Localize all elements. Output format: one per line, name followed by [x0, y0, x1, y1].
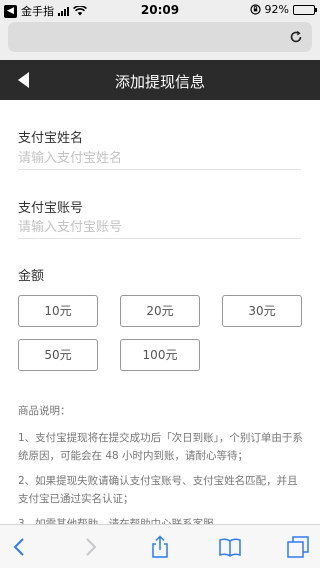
amount-label: 金额	[18, 269, 45, 284]
alipay-account-input[interactable]	[18, 217, 301, 239]
share-icon[interactable]	[148, 535, 172, 559]
bookmarks-icon[interactable]	[218, 535, 242, 559]
amount-option-20[interactable]: 20元	[120, 295, 200, 327]
browser-address-area	[0, 20, 320, 60]
chevron-left-icon[interactable]	[8, 535, 32, 559]
amount-option-30[interactable]: 30元	[222, 295, 302, 327]
alipay-account-label: 支付宝账号	[18, 201, 84, 216]
orientation-lock-icon	[249, 4, 261, 15]
browser-toolbar	[0, 524, 320, 568]
chevron-right-icon[interactable]	[78, 535, 102, 559]
amount-option-10[interactable]: 10元	[18, 295, 98, 327]
notes-title: 商品说明：	[18, 405, 71, 417]
alipay-name-input[interactable]	[18, 148, 301, 170]
tabs-icon[interactable]	[286, 535, 310, 559]
alipay-name-label: 支付宝姓名	[18, 131, 84, 146]
page-header: 添加提现信息	[0, 60, 320, 100]
reload-icon[interactable]	[288, 29, 304, 45]
status-right: 92%	[249, 3, 317, 16]
page-title: 添加提现信息	[114, 73, 205, 91]
product-notes: 商品说明： 1、支付宝提现将在提交成功后「次日到账」，个别订单由于系统原因，可能…	[18, 402, 308, 540]
battery-percent: 92%	[264, 3, 289, 16]
note-item-1: 1、支付宝提现将在提交成功后「次日到账」，个别订单由于系统原因，可能会在 48 …	[18, 432, 303, 462]
status-bar: ◀ 金手指 20:09 92%	[0, 0, 320, 20]
battery-icon	[293, 4, 317, 15]
address-bar[interactable]	[8, 22, 312, 52]
note-item-2: 2、如果提现失败请确认支付宝账号、支付宝姓名匹配，并且支付宝已通过实名认证；	[18, 475, 298, 505]
amount-option-50[interactable]: 50元	[18, 339, 98, 371]
amount-option-100[interactable]: 100元	[120, 339, 200, 371]
